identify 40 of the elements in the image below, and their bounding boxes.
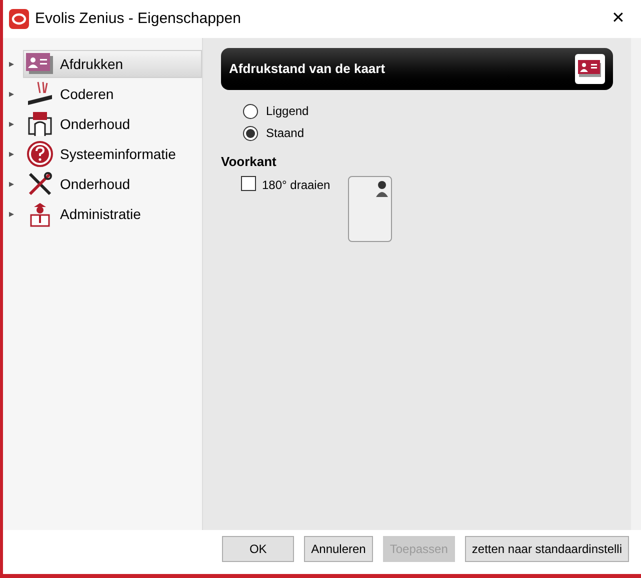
administrator-icon — [28, 201, 52, 227]
sidebar-label: Administratie — [60, 204, 141, 224]
sidebar-item[interactable]: Coderen — [23, 80, 202, 108]
expand-arrow[interactable]: ▸ — [9, 206, 19, 222]
id-card-icon — [26, 53, 54, 75]
section-title: Afdrukstand van de kaart — [229, 60, 386, 78]
expand-arrow[interactable]: ▸ — [9, 146, 19, 162]
expand-arrow[interactable]: ▸ — [9, 56, 19, 72]
sidebar-label: Afdrukken — [60, 54, 124, 74]
card-encoder-icon — [26, 81, 54, 107]
radio-button[interactable] — [243, 104, 258, 118]
app-logo-icon — [9, 9, 29, 29]
checkbox-label: 180° draaien — [262, 176, 330, 194]
expand-arrow[interactable]: ▸ — [9, 116, 19, 132]
checkbox[interactable] — [241, 176, 256, 190]
dialog-button[interactable]: Annuleren — [304, 536, 373, 562]
expand-arrow[interactable]: ▸ — [9, 86, 19, 102]
sidebar-item[interactable]: Onderhoud — [23, 110, 202, 138]
sidebar-label: Onderhoud — [60, 174, 130, 194]
sidebar-item[interactable]: Administratie — [23, 200, 202, 228]
id-card-icon — [575, 54, 605, 84]
radio-label: Staand — [266, 125, 304, 142]
sidebar-item[interactable]: Afdrukken — [23, 50, 202, 78]
help-icon — [27, 141, 53, 167]
radio-label: Liggend — [266, 103, 309, 120]
printer-cleaning-icon — [26, 110, 54, 138]
sidebar-item[interactable]: Onderhoud — [23, 170, 202, 198]
person-silhouette-icon — [375, 178, 390, 196]
close-button[interactable]: ✕ — [595, 0, 641, 38]
sidebar-label: Onderhoud — [60, 114, 130, 134]
window-title: Evolis Zenius - Eigenschappen — [35, 8, 241, 29]
tools-icon — [27, 171, 53, 197]
section-label: Voorkant — [221, 153, 278, 171]
sidebar-label: Systeeminformatie — [60, 144, 176, 164]
sidebar-label: Coderen — [60, 84, 114, 104]
dialog-button[interactable]: OK — [222, 536, 294, 562]
dialog-button[interactable]: zetten naar standaardinstelli — [464, 536, 629, 562]
radio-button[interactable] — [243, 126, 258, 140]
expand-arrow[interactable]: ▸ — [9, 176, 19, 192]
sidebar-item[interactable]: Systeeminformatie — [23, 140, 202, 168]
